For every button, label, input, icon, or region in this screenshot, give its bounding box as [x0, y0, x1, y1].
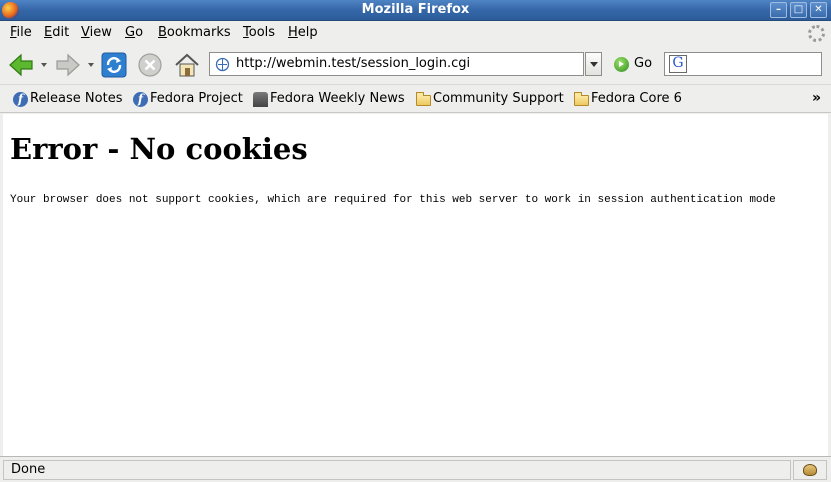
- status-text: Done: [11, 462, 46, 477]
- menu-view[interactable]: View: [81, 25, 112, 40]
- security-panel[interactable]: [793, 460, 827, 480]
- status-panel: Done: [3, 460, 791, 480]
- navigation-toolbar: http://webmin.test/session_login.cgi Go …: [0, 46, 831, 85]
- url-bar[interactable]: http://webmin.test/session_login.cgi: [209, 52, 584, 76]
- url-history-dropdown[interactable]: [585, 52, 602, 76]
- menu-help-label: elp: [297, 25, 318, 40]
- forward-arrow-icon: [56, 53, 80, 77]
- connection-icon: [803, 464, 817, 476]
- menu-go-accel: G: [125, 25, 136, 40]
- maximize-button[interactable]: □: [790, 2, 807, 18]
- menu-bookmarks-label: ookmarks: [166, 25, 231, 40]
- url-text[interactable]: http://webmin.test/session_login.cgi: [236, 56, 470, 71]
- menu-go-label: o: [135, 25, 144, 40]
- search-engine-icon[interactable]: G: [669, 55, 687, 73]
- menu-edit-label: dit: [52, 25, 70, 40]
- menu-edit[interactable]: Edit: [44, 25, 69, 40]
- menu-bar: File Edit View Go Bookmarks Tools Help: [0, 22, 831, 45]
- page-icon: [215, 57, 230, 72]
- bookmark-label: Release Notes: [30, 91, 123, 106]
- forward-history-dropdown[interactable]: [88, 63, 94, 67]
- fedora-icon: f: [13, 92, 28, 107]
- folder-icon: [574, 92, 589, 106]
- fedora-icon: f: [133, 92, 148, 107]
- status-bar: Done: [0, 456, 831, 482]
- back-button[interactable]: [6, 50, 36, 80]
- people-icon: [253, 92, 268, 107]
- home-button[interactable]: [172, 50, 202, 80]
- go-label: Go: [634, 56, 653, 71]
- back-history-dropdown[interactable]: [41, 63, 47, 67]
- stop-button[interactable]: [135, 50, 165, 80]
- menu-view-label: iew: [89, 25, 112, 40]
- menu-tools-label: ools: [248, 25, 276, 40]
- minimize-button[interactable]: –: [770, 2, 787, 18]
- menu-bookmarks-accel: B: [158, 25, 167, 40]
- page-heading: Error - No cookies: [10, 132, 308, 166]
- menu-file-label: ile: [16, 25, 32, 40]
- bookmark-label: Community Support: [433, 91, 564, 106]
- folder-icon: [416, 92, 431, 106]
- menu-file[interactable]: File: [10, 25, 32, 40]
- go-arrow-icon: [614, 57, 629, 72]
- window-title: Mozilla Firefox: [361, 2, 470, 17]
- menu-view-accel: V: [81, 25, 90, 40]
- title-bar: Mozilla Firefox – □ ✕: [0, 0, 831, 21]
- reload-icon: [101, 52, 127, 78]
- bookmarks-toolbar: f Release Notes f Fedora Project Fedora …: [0, 86, 831, 113]
- bookmark-label: Fedora Core 6: [591, 91, 682, 106]
- page-content: Error - No cookies Your browser does not…: [3, 114, 828, 456]
- menu-bookmarks[interactable]: Bookmarks: [158, 25, 231, 40]
- menu-go[interactable]: Go: [125, 25, 143, 40]
- menu-help-accel: H: [288, 25, 298, 40]
- menu-help[interactable]: Help: [288, 25, 318, 40]
- bookmark-label: Fedora Project: [150, 91, 243, 106]
- stop-icon: [138, 53, 162, 77]
- back-arrow-icon: [9, 53, 33, 77]
- close-button[interactable]: ✕: [810, 2, 827, 18]
- throbber-icon: [808, 25, 825, 42]
- error-message: Your browser does not support cookies, w…: [10, 194, 776, 206]
- home-icon: [175, 53, 199, 77]
- bookmarks-overflow-chevron-icon[interactable]: »: [812, 90, 821, 106]
- search-input[interactable]: G: [664, 52, 822, 76]
- menu-edit-accel: E: [44, 25, 53, 40]
- forward-button[interactable]: [53, 50, 83, 80]
- bookmark-label: Fedora Weekly News: [270, 91, 405, 106]
- reload-button[interactable]: [99, 50, 129, 80]
- menu-tools[interactable]: Tools: [243, 25, 275, 40]
